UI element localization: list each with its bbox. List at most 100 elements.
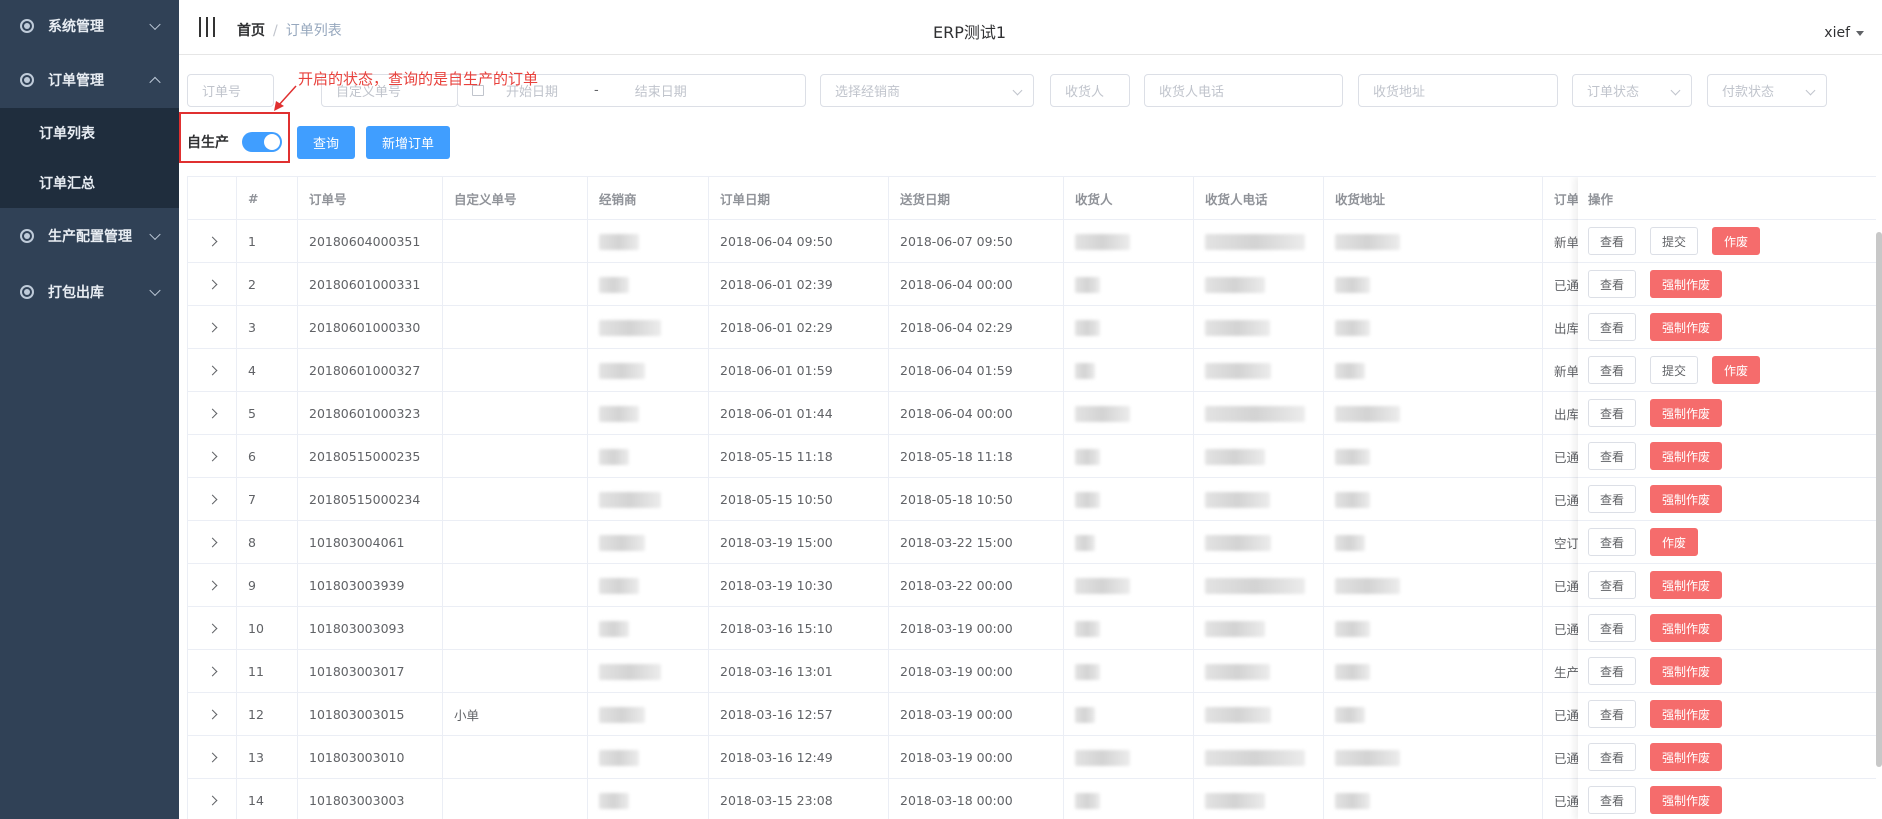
- row-index: 3: [237, 306, 298, 349]
- view-button[interactable]: 查看: [1588, 442, 1637, 470]
- search-button[interactable]: 查询: [297, 125, 356, 159]
- user-dropdown[interactable]: xief: [1824, 25, 1864, 41]
- force-void-button[interactable]: 强制作废: [1650, 700, 1723, 728]
- expand-cell[interactable]: [188, 435, 237, 478]
- order-status-cell: 已通过: [1543, 779, 1583, 819]
- sidebar-item-orders[interactable]: 订单管理: [0, 52, 179, 108]
- redacted-text: [1075, 534, 1095, 551]
- view-button[interactable]: 查看: [1588, 528, 1637, 556]
- redacted-text: [1205, 620, 1265, 637]
- force-void-button[interactable]: 强制作废: [1650, 399, 1723, 427]
- void-button[interactable]: 作废: [1650, 528, 1699, 556]
- expand-cell[interactable]: [188, 607, 237, 650]
- force-void-button[interactable]: 强制作废: [1650, 313, 1723, 341]
- view-button[interactable]: 查看: [1588, 571, 1637, 599]
- expand-chevron-icon[interactable]: [207, 408, 217, 419]
- receiver-phone-cell-redacted: [1194, 693, 1324, 736]
- expand-chevron-icon[interactable]: [207, 580, 217, 591]
- expand-cell[interactable]: [188, 693, 237, 736]
- expand-cell[interactable]: [188, 306, 237, 349]
- force-void-button[interactable]: 强制作废: [1650, 571, 1723, 599]
- expand-cell[interactable]: [188, 392, 237, 435]
- order-status-select[interactable]: 订单状态: [1572, 74, 1692, 107]
- redacted-text: [599, 405, 639, 422]
- expand-cell[interactable]: [188, 220, 237, 263]
- expand-chevron-icon[interactable]: [207, 795, 217, 806]
- view-button[interactable]: 查看: [1588, 743, 1637, 771]
- force-void-button[interactable]: 强制作废: [1650, 657, 1723, 685]
- expand-chevron-icon[interactable]: [207, 752, 217, 763]
- expand-cell[interactable]: [188, 263, 237, 306]
- expand-chevron-icon[interactable]: [207, 537, 217, 548]
- force-void-button[interactable]: 强制作废: [1650, 614, 1723, 642]
- expand-cell[interactable]: [188, 779, 237, 819]
- hamburger-icon[interactable]: [199, 17, 215, 37]
- void-button[interactable]: 作废: [1712, 356, 1761, 384]
- view-button[interactable]: 查看: [1588, 227, 1637, 255]
- sidebar-item-production-config[interactable]: 生产配置管理: [0, 208, 179, 264]
- view-button[interactable]: 查看: [1588, 700, 1637, 728]
- expand-cell[interactable]: [188, 736, 237, 779]
- expand-cell[interactable]: [188, 521, 237, 564]
- dealer-select[interactable]: 选择经销商: [820, 74, 1034, 107]
- expand-chevron-icon[interactable]: [207, 666, 217, 677]
- expand-chevron-icon[interactable]: [207, 322, 217, 333]
- receiver-input[interactable]: 收货人: [1050, 74, 1130, 107]
- expand-cell[interactable]: [188, 564, 237, 607]
- receiver-phone-cell-redacted: [1194, 478, 1324, 521]
- expand-chevron-icon[interactable]: [207, 236, 217, 247]
- expand-chevron-icon[interactable]: [207, 279, 217, 290]
- expand-cell[interactable]: [188, 349, 237, 392]
- receiver-phone-input[interactable]: 收货人电话: [1144, 74, 1343, 107]
- chevron-down-icon: [1012, 85, 1023, 96]
- view-button[interactable]: 查看: [1588, 786, 1637, 814]
- view-button[interactable]: 查看: [1588, 485, 1637, 513]
- view-button[interactable]: 查看: [1588, 657, 1637, 685]
- custom-no-cell: [443, 435, 588, 478]
- expand-cell[interactable]: [188, 478, 237, 521]
- receiver-address-input[interactable]: 收货地址: [1358, 74, 1558, 107]
- view-button[interactable]: 查看: [1588, 313, 1637, 341]
- receiver-placeholder: 收货人: [1065, 85, 1105, 100]
- expand-chevron-icon[interactable]: [207, 623, 217, 634]
- pay-status-select[interactable]: 付款状态: [1707, 74, 1827, 107]
- view-button[interactable]: 查看: [1588, 356, 1637, 384]
- row-index: 7: [237, 478, 298, 521]
- actions-cell: 查看 强制作废: [1578, 779, 1876, 819]
- order-no-cell: 20180601000327: [298, 349, 443, 392]
- submit-button[interactable]: 提交: [1650, 227, 1699, 255]
- force-void-button[interactable]: 强制作废: [1650, 442, 1723, 470]
- order-no-input[interactable]: 订单号: [187, 74, 274, 107]
- expand-chevron-icon[interactable]: [207, 494, 217, 505]
- order-date-cell: 2018-05-15 11:18: [709, 435, 889, 478]
- expand-cell[interactable]: [188, 650, 237, 693]
- self-production-switch[interactable]: [242, 132, 282, 152]
- sidebar-item-system[interactable]: 系统管理: [0, 0, 179, 52]
- order-no-cell: 101803003010: [298, 736, 443, 779]
- receiver-cell-redacted: [1064, 736, 1194, 779]
- order-date-cell: 2018-03-19 15:00: [709, 521, 889, 564]
- force-void-button[interactable]: 强制作废: [1650, 270, 1723, 298]
- void-button[interactable]: 作废: [1712, 227, 1761, 255]
- row-index: 9: [237, 564, 298, 607]
- sidebar-item-order-summary[interactable]: 订单汇总: [0, 158, 179, 208]
- dealer-cell-redacted: [588, 736, 709, 779]
- expand-chevron-icon[interactable]: [207, 365, 217, 376]
- force-void-button[interactable]: 强制作废: [1650, 743, 1723, 771]
- view-button[interactable]: 查看: [1588, 399, 1637, 427]
- chevron-down-icon: [149, 228, 161, 241]
- expand-chevron-icon[interactable]: [207, 709, 217, 720]
- breadcrumb-home[interactable]: 首页: [237, 23, 265, 39]
- view-button[interactable]: 查看: [1588, 270, 1637, 298]
- expand-chevron-icon[interactable]: [207, 451, 217, 462]
- submit-button[interactable]: 提交: [1650, 356, 1699, 384]
- sidebar-item-order-list[interactable]: 订单列表: [0, 108, 179, 158]
- redacted-text: [1335, 233, 1400, 250]
- caret-down-icon: [1856, 30, 1864, 36]
- force-void-button[interactable]: 强制作废: [1650, 485, 1723, 513]
- add-order-button[interactable]: 新增订单: [366, 125, 451, 159]
- scrollbar[interactable]: [1876, 232, 1882, 767]
- view-button[interactable]: 查看: [1588, 614, 1637, 642]
- sidebar-item-packing[interactable]: 打包出库: [0, 264, 179, 320]
- force-void-button[interactable]: 强制作废: [1650, 786, 1723, 814]
